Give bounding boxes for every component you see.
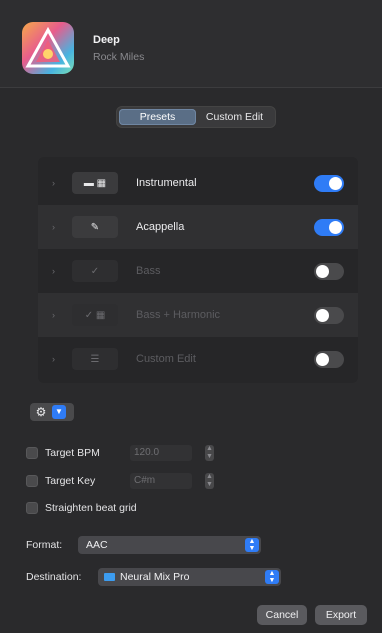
guitar-icon: ✓	[72, 260, 118, 282]
custom-icon: ☰	[72, 348, 118, 370]
straighten-checkbox[interactable]	[26, 502, 38, 514]
preset-toggle[interactable]	[314, 218, 344, 236]
chevron-right-icon[interactable]: ›	[52, 222, 55, 232]
gear-icon: ⚙	[35, 405, 47, 419]
key-stepper[interactable]: ▲ ▼	[205, 473, 214, 489]
album-art	[22, 22, 74, 74]
chevron-down-icon: ▼	[52, 405, 66, 419]
preset-label: Custom Edit	[136, 353, 196, 365]
destination-popup[interactable]: Neural Mix Pro ▲ ▼	[98, 568, 281, 586]
toggle-knob	[329, 176, 342, 190]
tab-custom-edit[interactable]: Custom Edit	[196, 109, 273, 125]
chevron-right-icon[interactable]: ›	[52, 310, 55, 320]
preset-toggle[interactable]	[314, 350, 344, 368]
straighten-row: Straighten beat grid	[26, 499, 137, 517]
keys-icon: ✓ ▦	[72, 304, 118, 326]
toggle-knob	[329, 220, 342, 234]
preset-toggle[interactable]	[314, 174, 344, 192]
preset-row-bass-harmonic[interactable]: › ✓ ▦ Bass + Harmonic	[38, 293, 358, 337]
preset-row-instrumental[interactable]: › ▬ ▦ Instrumental	[38, 161, 358, 205]
target-key-checkbox[interactable]	[26, 475, 38, 487]
target-bpm-checkbox[interactable]	[26, 447, 38, 459]
target-bpm-row: Target BPM	[26, 444, 100, 462]
preset-label: Instrumental	[136, 177, 197, 189]
mode-segmented-control: Presets Custom Edit	[116, 106, 276, 128]
track-title: Deep	[93, 34, 120, 46]
chevron-right-icon[interactable]: ›	[52, 266, 55, 276]
track-artist: Rock Miles	[93, 51, 145, 63]
target-key-field[interactable]: C#m	[130, 473, 192, 489]
export-button[interactable]: Export	[315, 605, 367, 625]
toggle-knob	[316, 308, 329, 322]
preset-label: Acappella	[136, 221, 185, 233]
preset-row-acappella[interactable]: › ✎ Acappella	[38, 205, 358, 249]
mic-icon: ✎	[72, 216, 118, 238]
preset-list: › ▬ ▦ Instrumental › ✎ Acappella › ✓ Bas…	[38, 157, 358, 383]
toggle-knob	[316, 264, 329, 278]
cancel-button[interactable]: Cancel	[257, 605, 307, 625]
track-header: Deep Rock Miles	[0, 0, 382, 88]
target-bpm-field[interactable]: 120.0	[130, 445, 192, 461]
bpm-stepper[interactable]: ▲ ▼	[205, 445, 214, 461]
target-bpm-label: Target BPM	[45, 447, 100, 459]
action-menu-button[interactable]: ⚙ ▼	[30, 403, 74, 421]
chevron-right-icon[interactable]: ›	[52, 354, 55, 364]
preset-label: Bass	[136, 265, 161, 277]
format-label: Format:	[26, 539, 63, 551]
straighten-label: Straighten beat grid	[45, 502, 137, 514]
preset-row-bass[interactable]: › ✓ Bass	[38, 249, 358, 293]
drums-piano-icon: ▬ ▦	[72, 172, 118, 194]
destination-label: Destination:	[26, 571, 82, 583]
target-key-row: Target Key	[26, 472, 95, 490]
preset-label: Bass + Harmonic	[136, 309, 221, 321]
target-key-label: Target Key	[45, 475, 96, 487]
album-art-graphic	[25, 26, 71, 68]
toggle-knob	[316, 352, 329, 366]
destination-value: Neural Mix Pro	[120, 571, 190, 583]
folder-icon	[104, 573, 115, 581]
chevron-updown-icon: ▲ ▼	[265, 570, 279, 584]
tab-presets[interactable]: Presets	[119, 109, 196, 125]
preset-toggle[interactable]	[314, 262, 344, 280]
chevron-updown-icon: ▲ ▼	[245, 538, 259, 552]
chevron-right-icon[interactable]: ›	[52, 178, 55, 188]
format-value: AAC	[86, 539, 108, 551]
preset-row-custom-edit[interactable]: › ☰ Custom Edit	[38, 337, 358, 381]
preset-toggle[interactable]	[314, 306, 344, 324]
format-popup[interactable]: AAC ▲ ▼	[78, 536, 261, 554]
